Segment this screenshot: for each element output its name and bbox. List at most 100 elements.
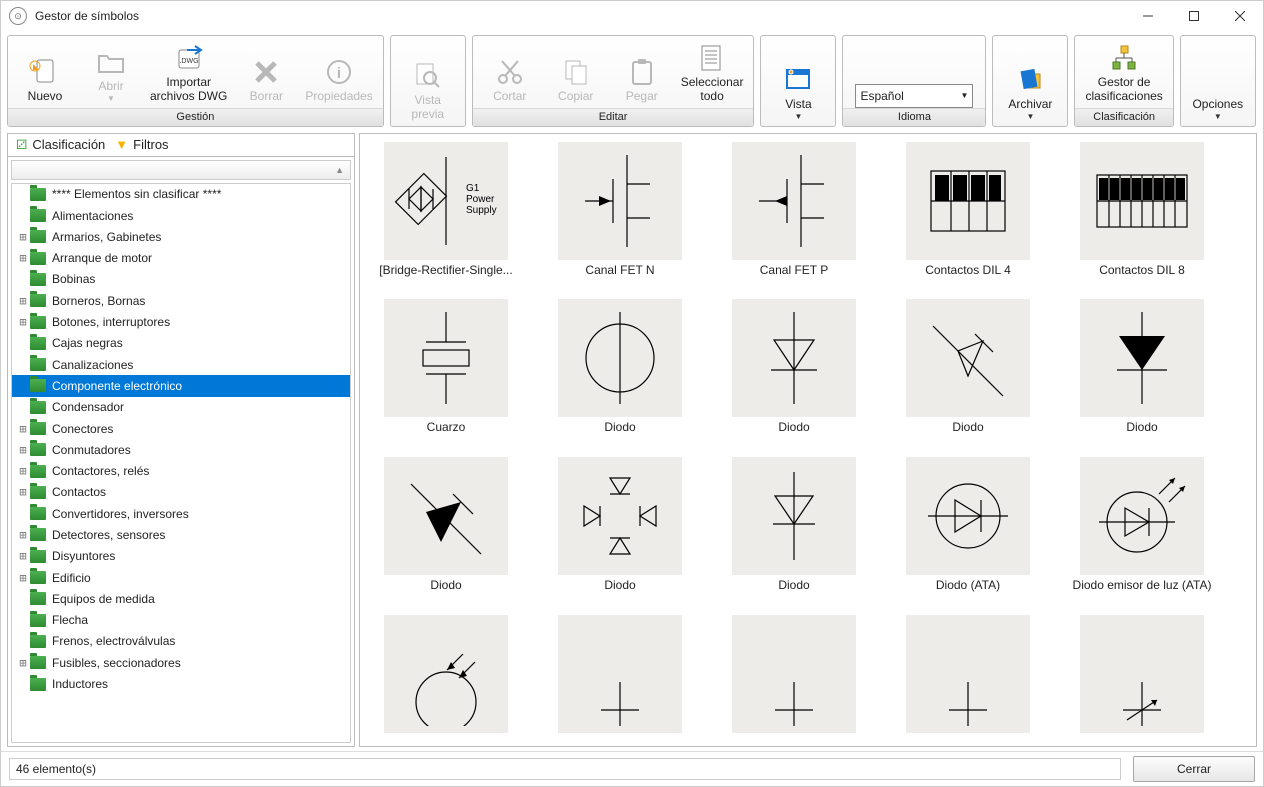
symbol-item[interactable] [370, 615, 522, 737]
symbol-item[interactable] [892, 615, 1044, 737]
tree-header[interactable]: ▲ [11, 160, 351, 180]
symbol-item[interactable]: Cuarzo [370, 299, 522, 435]
svg-text:.DWG: .DWG [179, 58, 198, 65]
tree-item[interactable]: ⊞ Contactos [12, 482, 350, 503]
symbol-label: [Bridge-Rectifier-Single... [379, 264, 512, 278]
symbol-item[interactable]: Diodo [1066, 299, 1218, 435]
ribbon-archivar-button[interactable]: Archivar▼ [997, 60, 1063, 126]
symbols-grid: G1PowerSupply[Bridge-Rectifier-Single...… [370, 142, 1252, 737]
ribbon-pegar-button: Pegar [609, 52, 675, 108]
folder-icon [30, 656, 46, 669]
symbols-scroll[interactable]: G1PowerSupply[Bridge-Rectifier-Single...… [360, 134, 1256, 747]
close-dialog-button[interactable]: Cerrar [1133, 756, 1255, 782]
tree-item[interactable]: ·**** Elementos sin clasificar **** [12, 184, 350, 205]
ribbon-button-label: Archivar [1008, 98, 1052, 112]
tree-item[interactable]: ·Condensador [12, 397, 350, 418]
symbol-item[interactable]: Diodo [370, 457, 522, 593]
symbol-item[interactable]: Diodo emisor de luz (ATA) [1066, 457, 1218, 593]
ribbon-selall-button[interactable]: Seleccionartodo [675, 38, 750, 108]
tree-expander[interactable]: ⊞ [16, 485, 30, 499]
symbol-item[interactable] [1066, 615, 1218, 737]
tree-item[interactable]: ⊞Borneros, Bornas [12, 290, 350, 311]
tree-item[interactable]: ⊞Arranque de motor [12, 247, 350, 268]
symbol-item[interactable]: Contactos DIL 8 [1066, 142, 1218, 278]
tab-classification[interactable]: ⚂ Clasificación [16, 137, 105, 153]
maximize-button[interactable] [1171, 1, 1217, 31]
symbol-item[interactable]: Contactos DIL 4 [892, 142, 1044, 278]
tree-expander[interactable]: ⊞ [16, 422, 30, 436]
ribbon-button-label: Copiar [558, 90, 593, 104]
tree-expander[interactable]: ⊞ [16, 443, 30, 457]
tree-item-label: Equipos de medida [52, 592, 155, 606]
tree-expander[interactable]: ⊞ [16, 251, 30, 265]
symbol-thumbnail [906, 299, 1030, 417]
tree-expander[interactable]: ⊞ [16, 315, 30, 329]
tree-item[interactable]: ⊞Edificio [12, 567, 350, 588]
tree-item[interactable]: ⊞Armarios, Gabinetes [12, 226, 350, 247]
tree-item[interactable]: ·Convertidores, inversores [12, 503, 350, 524]
tree-item[interactable]: ·Equipos de medida [12, 588, 350, 609]
ribbon-group-2: CortarCopiarPegarSeleccionartodoEditar [472, 35, 755, 127]
ribbon-nuevo-button[interactable]: Nuevo [12, 52, 78, 108]
symbol-item[interactable] [718, 615, 870, 737]
tree-item[interactable]: ·Cajas negras [12, 333, 350, 354]
ribbon-vista-button[interactable]: Vista▼ [765, 60, 831, 126]
classify-icon [1108, 42, 1140, 74]
tree-item[interactable]: ·Componente electrónico [12, 375, 350, 396]
tree-expander[interactable]: ⊞ [16, 656, 30, 670]
tree-item-label: Contactos [52, 485, 106, 499]
tree-expander[interactable]: ⊞ [16, 294, 30, 308]
tree-item[interactable]: ·Alimentaciones [12, 205, 350, 226]
tree-item[interactable]: ·Canalizaciones [12, 354, 350, 375]
tree-item[interactable]: ⊞Conmutadores [12, 439, 350, 460]
symbol-thumbnail [732, 142, 856, 260]
tree-expander[interactable]: ⊞ [16, 571, 30, 585]
tree-item[interactable]: ⊞Botones, interruptores [12, 311, 350, 332]
symbol-item[interactable]: Canal FET P [718, 142, 870, 278]
ribbon-importar-button[interactable]: .DWG Importararchivos DWG [144, 38, 233, 108]
scissors-icon [494, 56, 526, 88]
tree-scroll[interactable]: ·**** Elementos sin clasificar ****·Alim… [12, 184, 350, 742]
folder-icon [30, 465, 46, 478]
tree-expander[interactable]: ⊞ [16, 549, 30, 563]
ribbon-group-label: Clasificación [1075, 108, 1172, 126]
new-file-icon [29, 56, 61, 88]
tree-expander[interactable]: ⊞ [16, 528, 30, 542]
ribbon-copiar-button: Copiar [543, 52, 609, 108]
tree-item[interactable]: ⊞Conectores [12, 418, 350, 439]
svg-text:i: i [337, 65, 341, 82]
ribbon-opciones-button[interactable]: Opciones▼ [1185, 60, 1251, 126]
tree-item[interactable]: ⊞Detectores, sensores [12, 524, 350, 545]
ribbon-button-label: Vistaprevia [411, 94, 444, 122]
symbol-item[interactable]: Diodo [718, 457, 870, 593]
folder-icon [30, 443, 46, 456]
tree-item[interactable]: ·Bobinas [12, 269, 350, 290]
tree-item[interactable]: ·Frenos, electroválvulas [12, 631, 350, 652]
symbol-item[interactable]: Diodo [892, 299, 1044, 435]
symbol-item[interactable] [544, 615, 696, 737]
chevron-down-icon: ▼ [794, 112, 802, 121]
close-button[interactable] [1217, 1, 1263, 31]
ribbon-group-6: Gestor declasificacionesClasificación [1074, 35, 1173, 127]
language-combo[interactable]: Español▼ [855, 84, 973, 108]
tree-item[interactable]: ⊞Contactores, relés [12, 460, 350, 481]
minimize-button[interactable] [1125, 1, 1171, 31]
symbol-item[interactable]: Diodo [718, 299, 870, 435]
tree-item[interactable]: ·Flecha [12, 610, 350, 631]
ribbon-group-7: Opciones▼ [1180, 35, 1256, 127]
tree-item-label: Convertidores, inversores [52, 507, 189, 521]
tab-filters[interactable]: ▼ Filtros [115, 137, 168, 153]
tree-item[interactable]: ⊞Fusibles, seccionadores [12, 652, 350, 673]
tree-item[interactable]: ·Inductores [12, 673, 350, 694]
symbol-item[interactable]: Diodo [544, 299, 696, 435]
tree-expander[interactable]: ⊞ [16, 464, 30, 478]
tree-expander[interactable]: ⊞ [16, 230, 30, 244]
tree-item-label: Canalizaciones [52, 358, 133, 372]
symbol-item[interactable]: Diodo [544, 457, 696, 593]
symbol-item[interactable]: Canal FET N [544, 142, 696, 278]
symbol-item[interactable]: G1PowerSupply[Bridge-Rectifier-Single... [370, 142, 522, 278]
tree-item[interactable]: ⊞Disyuntores [12, 546, 350, 567]
symbol-item[interactable]: Diodo (ATA) [892, 457, 1044, 593]
ribbon-gestor-clas-button[interactable]: Gestor declasificaciones [1079, 38, 1168, 108]
ribbon-button-label: Importararchivos DWG [150, 76, 227, 104]
